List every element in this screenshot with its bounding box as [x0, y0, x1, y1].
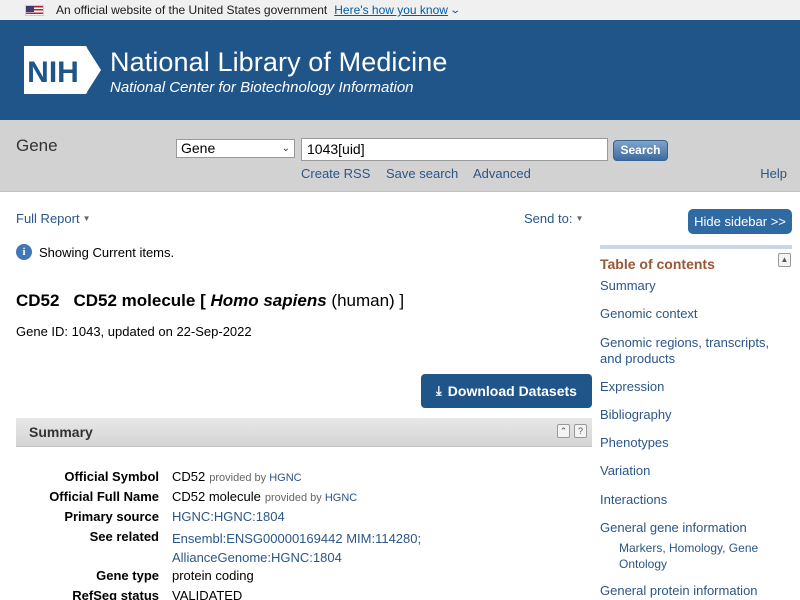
hgnc-link[interactable]: HGNC — [269, 472, 301, 484]
database-select-value: Gene — [181, 140, 216, 156]
toc-item-general-gene-information[interactable]: General gene information — [600, 520, 792, 536]
toc-item-expression[interactable]: Expression — [600, 379, 792, 395]
search-button[interactable]: Search — [613, 140, 668, 161]
chevron-down-icon: ⌄ — [281, 143, 290, 154]
summary-value: Ensembl:ENSG00000169442 MIM:114280; Allia… — [172, 529, 421, 567]
summary-label: RefSeq status — [72, 588, 159, 600]
current-items-notice: i Showing Current items. — [16, 244, 174, 260]
gov-banner: An official website of the United States… — [0, 0, 800, 20]
info-icon: i — [16, 244, 32, 260]
summary-label: Gene type — [96, 568, 159, 583]
summary-label: Official Symbol — [64, 469, 159, 484]
page-title: CD52 CD52 molecule [ Homo sapiens (human)… — [16, 291, 404, 311]
gene-species: Homo sapiens — [210, 291, 327, 310]
collapse-up-icon[interactable]: ⌃ — [557, 424, 570, 438]
triangle-down-icon: ▼ — [575, 214, 584, 223]
summary-label: Official Full Name — [49, 489, 159, 504]
summary-row: Official Full Name CD52 molecule provided… — [16, 489, 592, 509]
full-report-dropdown[interactable]: Full Report ▼ — [16, 211, 91, 226]
gene-type-value: protein coding — [172, 568, 254, 583]
send-to-dropdown[interactable]: Send to: ▼ — [524, 211, 583, 226]
toc-heading: Table of contents — [600, 256, 715, 272]
gene-symbol: CD52 — [16, 291, 60, 310]
official-symbol-value: CD52 — [172, 469, 206, 484]
summary-row: RefSeq status VALIDATED — [16, 588, 592, 600]
toc-item-variation[interactable]: Variation — [600, 463, 792, 479]
summary-heading: Summary — [29, 424, 93, 440]
site-subtitle: National Center for Biotechnology Inform… — [110, 79, 414, 96]
site-title[interactable]: National Library of Medicine — [110, 47, 447, 78]
download-datasets-label: Download Datasets — [447, 383, 577, 399]
create-rss-link[interactable]: Create RSS — [301, 166, 370, 181]
heres-how-you-know-link[interactable]: Here's how you know — [334, 3, 448, 17]
search-bar: Gene Gene ⌄ 1043[uid] Search Create RSS … — [0, 120, 800, 192]
summary-label: Primary source — [64, 509, 159, 524]
toc-item-general-protein-information[interactable]: General protein information — [600, 583, 792, 599]
summary-section-header[interactable]: Summary ⌃ ? — [16, 418, 592, 447]
nih-logo-text: NIH — [27, 56, 79, 89]
toc-item-genomic-context[interactable]: Genomic context — [600, 306, 792, 322]
gene-species-common: (human) ] — [331, 291, 405, 310]
gene-id-line: Gene ID: 1043, updated on 22-Sep-2022 — [16, 324, 252, 339]
database-select[interactable]: Gene ⌄ — [176, 139, 295, 158]
official-full-name-value: CD52 molecule — [172, 489, 261, 504]
summary-row: Primary source HGNC:HGNC:1804 — [16, 509, 592, 529]
summary-row: See related Ensembl:ENSG00000169442 MIM:… — [16, 529, 592, 568]
mim-link[interactable]: MIM:114280; — [346, 531, 421, 546]
database-label: Gene — [16, 136, 58, 155]
provided-by-text: provided by HGNC — [264, 492, 358, 504]
save-search-link[interactable]: Save search — [386, 166, 458, 181]
summary-value: CD52 provided by HGNC — [172, 469, 302, 484]
provided-by-text: provided by HGNC — [209, 472, 302, 484]
gene-name: CD52 molecule [ — [73, 291, 206, 310]
download-icon: ⤓ — [436, 383, 442, 398]
send-to-label: Send to: — [524, 211, 573, 226]
hgnc-link[interactable]: HGNC — [325, 492, 357, 504]
toc-item-bibliography[interactable]: Bibliography — [600, 407, 792, 423]
summary-value: CD52 molecule provided by HGNC — [172, 489, 357, 504]
refseq-status-value: VALIDATED — [172, 588, 243, 600]
advanced-search-link[interactable]: Advanced — [473, 166, 531, 181]
collapse-up-icon[interactable]: ▲ — [778, 253, 791, 267]
toc-item-genomic-regions[interactable]: Genomic regions, transcripts, and produc… — [600, 335, 780, 367]
download-datasets-button[interactable]: ⤓ Download Datasets — [421, 374, 592, 408]
us-flag-icon — [25, 4, 44, 16]
gov-banner-text: An official website of the United States… — [56, 3, 328, 17]
summary-row: Gene type protein coding — [16, 568, 592, 588]
hide-sidebar-button[interactable]: Hide sidebar >> — [688, 209, 792, 234]
toc-item-phenotypes[interactable]: Phenotypes — [600, 435, 792, 451]
notice-text: Showing Current items. — [39, 244, 175, 260]
triangle-down-icon: ▼ — [82, 214, 91, 223]
summary-value: HGNC:HGNC:1804 — [172, 509, 285, 524]
ensembl-link[interactable]: Ensembl:ENSG00000169442 — [172, 531, 343, 546]
help-link[interactable]: Help — [760, 166, 787, 181]
full-report-label: Full Report — [16, 211, 80, 226]
primary-source-link[interactable]: HGNC:HGNC:1804 — [172, 509, 285, 524]
site-header: NIH National Library of Medicine Nationa… — [0, 20, 800, 120]
toc-item-summary[interactable]: Summary — [600, 278, 792, 294]
toc-subitem-markers-homology[interactable]: Markers, Homology, Gene Ontology — [619, 540, 789, 572]
summary-table: Official Symbol CD52 provided by HGNC Off… — [16, 469, 592, 600]
sidebar-divider — [600, 245, 792, 249]
search-input[interactable]: 1043[uid] — [301, 138, 608, 161]
chevron-down-icon[interactable]: ⌄ — [449, 5, 461, 16]
toc-item-interactions[interactable]: Interactions — [600, 492, 792, 508]
help-question-icon[interactable]: ? — [574, 424, 587, 438]
summary-row: Official Symbol CD52 provided by HGNC — [16, 469, 592, 489]
nih-logo-icon[interactable]: NIH — [24, 46, 102, 94]
summary-label: See related — [89, 529, 159, 544]
alliance-genome-link[interactable]: AllianceGenome:HGNC:1804 — [172, 550, 342, 565]
